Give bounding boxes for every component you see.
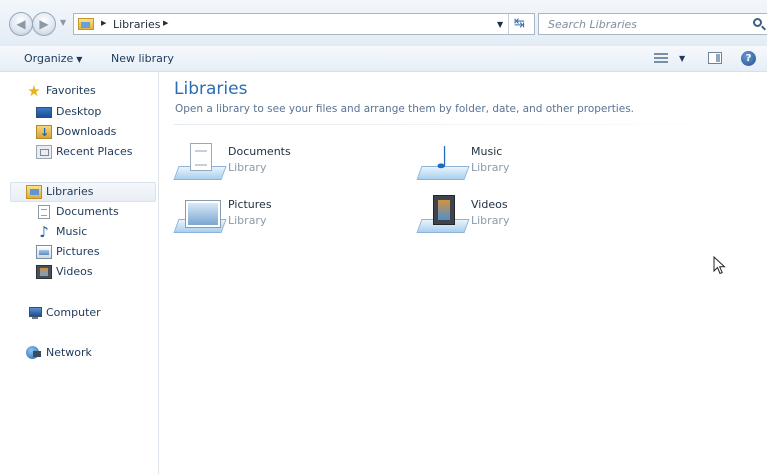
desktop-icon bbox=[36, 107, 52, 118]
view-options-dropdown-icon[interactable]: ▼ bbox=[679, 54, 685, 63]
nav-label: Pictures bbox=[56, 245, 100, 258]
refresh-icon[interactable]: ↹ bbox=[514, 16, 525, 31]
divider bbox=[508, 14, 509, 34]
breadcrumb-arrow-icon[interactable]: ▶ bbox=[163, 19, 168, 27]
document-icon bbox=[38, 205, 50, 219]
star-icon: ★ bbox=[27, 82, 41, 100]
nav-label: Videos bbox=[56, 265, 93, 278]
command-bar: Organize ▼ New library ▼ ? bbox=[0, 46, 767, 72]
page-subtitle: Open a library to see your files and arr… bbox=[175, 103, 634, 115]
library-type: Library bbox=[471, 214, 510, 227]
nav-label: Documents bbox=[56, 205, 119, 218]
forward-button[interactable]: ▶ bbox=[32, 12, 56, 36]
back-button[interactable]: ◀ bbox=[9, 12, 33, 36]
pictures-library-icon bbox=[173, 195, 227, 240]
libraries-icon bbox=[26, 185, 42, 199]
divider bbox=[174, 124, 749, 125]
libraries-folder-icon bbox=[78, 18, 94, 30]
library-type: Library bbox=[471, 161, 510, 174]
music-note-icon: ♪ bbox=[39, 223, 49, 241]
search-icon[interactable] bbox=[753, 18, 762, 27]
breadcrumb-libraries[interactable]: Libraries bbox=[113, 18, 161, 31]
library-item-videos[interactable]: Videos Library bbox=[416, 195, 619, 240]
address-box[interactable]: ▶ Libraries ▶ ▼ ↹ bbox=[73, 13, 535, 35]
recent-pages-dropdown-icon[interactable]: ▼ bbox=[60, 18, 66, 27]
documents-library-icon bbox=[173, 142, 227, 187]
library-name: Pictures bbox=[228, 198, 272, 211]
nav-label: Downloads bbox=[56, 125, 117, 138]
nav-label: Libraries bbox=[46, 185, 94, 198]
nav-label: Computer bbox=[46, 306, 101, 319]
downloads-icon bbox=[36, 124, 52, 142]
library-type: Library bbox=[228, 214, 267, 227]
library-name: Music bbox=[471, 145, 503, 158]
new-library-button[interactable]: New library bbox=[111, 52, 174, 65]
library-item-pictures[interactable]: Pictures Library bbox=[173, 195, 376, 240]
film-icon bbox=[36, 265, 52, 279]
nav-label: Desktop bbox=[56, 105, 102, 118]
music-library-icon: ♩ bbox=[416, 142, 470, 187]
recent-places-icon bbox=[36, 145, 52, 159]
help-icon[interactable]: ? bbox=[741, 51, 756, 66]
page-title: Libraries bbox=[174, 79, 248, 99]
address-bar-area: ◀ ▶ ▼ ▶ Libraries ▶ ▼ ↹ Search Libraries bbox=[0, 0, 767, 47]
organize-button[interactable]: Organize ▼ bbox=[24, 52, 82, 65]
address-dropdown-icon[interactable]: ▼ bbox=[497, 20, 503, 29]
network-icon bbox=[26, 346, 41, 359]
navigation-pane: ★ Favorites Desktop Downloads Recent Pla… bbox=[0, 72, 159, 474]
nav-label: Recent Places bbox=[56, 145, 133, 158]
content-area: Libraries Open a library to see your fil… bbox=[159, 72, 767, 474]
chevron-down-icon: ▼ bbox=[76, 55, 83, 64]
library-type: Library bbox=[228, 161, 267, 174]
library-item-documents[interactable]: Documents Library bbox=[173, 142, 376, 187]
computer-icon bbox=[26, 306, 42, 320]
library-item-music[interactable]: ♩ Music Library bbox=[416, 142, 619, 187]
mouse-cursor-icon bbox=[713, 256, 726, 275]
change-view-icon[interactable] bbox=[654, 53, 668, 64]
nav-label: Network bbox=[46, 346, 92, 359]
search-placeholder: Search Libraries bbox=[548, 18, 638, 31]
videos-library-icon bbox=[416, 195, 470, 240]
organize-label: Organize bbox=[24, 52, 74, 65]
nav-label: Music bbox=[56, 225, 88, 238]
breadcrumb-arrow-icon[interactable]: ▶ bbox=[101, 19, 106, 27]
nav-label: Favorites bbox=[46, 84, 96, 97]
search-input[interactable]: Search Libraries bbox=[538, 13, 767, 35]
library-name: Videos bbox=[471, 198, 508, 211]
library-name: Documents bbox=[228, 145, 291, 158]
preview-pane-icon[interactable] bbox=[708, 52, 722, 64]
picture-icon bbox=[36, 245, 52, 259]
